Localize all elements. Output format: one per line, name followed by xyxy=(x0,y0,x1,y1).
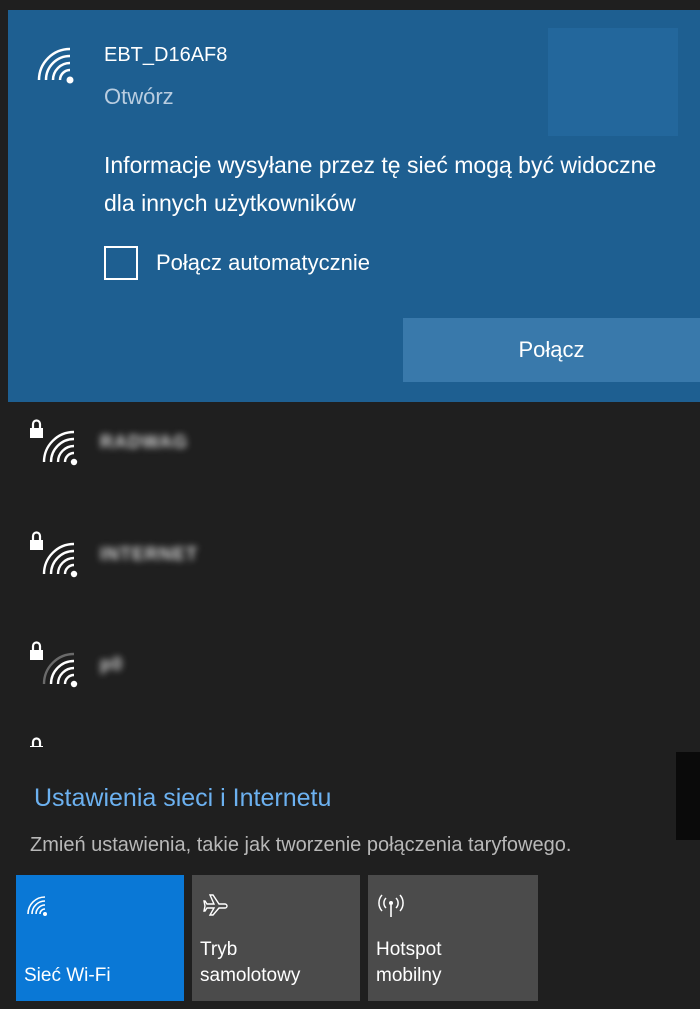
network-name-blurred: p0 xyxy=(100,654,124,674)
secured-wifi-icon xyxy=(28,638,88,694)
network-settings-link[interactable]: Ustawienia sieci i Internetu xyxy=(34,784,331,813)
tile-label: Hotspot mobilny xyxy=(376,937,441,989)
secured-wifi-icon xyxy=(28,528,88,584)
security-warning: Informacje wysyłane przez tę sieć mogą b… xyxy=(104,152,657,216)
network-name-blurred: INTERNET xyxy=(100,544,198,564)
tile-label: Tryb samolotowy xyxy=(200,937,300,989)
wifi-icon xyxy=(26,893,52,919)
airplane-icon xyxy=(202,893,228,919)
tile-label: Sieć Wi-Fi xyxy=(24,963,111,989)
auto-connect-checkbox[interactable]: Połącz automatycznie xyxy=(104,246,370,280)
network-list: RADWAG INTERNET p0 xyxy=(0,402,700,747)
secured-wifi-icon xyxy=(28,416,88,472)
tile-label-line: Hotspot xyxy=(376,939,442,960)
network-list-item[interactable]: RADWAG xyxy=(0,402,700,514)
top-strip xyxy=(0,0,700,10)
auto-connect-label: Połącz automatycznie xyxy=(156,250,370,275)
airplane-mode-tile[interactable]: Tryb samolotowy xyxy=(192,875,360,1001)
network-list-item[interactable] xyxy=(0,720,700,747)
network-settings-description: Zmień ustawienia, takie jak tworzenie po… xyxy=(30,834,572,856)
tile-label-line: Tryb xyxy=(200,939,238,960)
wifi-toggle-tile[interactable]: Sieć Wi-Fi xyxy=(16,875,184,1001)
selected-network-panel[interactable]: EBT_D16AF8 Otwórz Informacje wysyłane pr… xyxy=(8,10,700,402)
tile-label-line: mobilny xyxy=(376,965,442,986)
network-list-item[interactable]: INTERNET xyxy=(0,514,700,626)
panel-corner-block xyxy=(548,28,678,136)
secured-wifi-icon xyxy=(28,734,88,747)
checkbox-box[interactable] xyxy=(104,246,138,280)
tile-label-line: samolotowy xyxy=(200,965,301,986)
tile-label-line: Sieć Wi-Fi xyxy=(24,965,111,986)
connect-button[interactable]: Połącz xyxy=(403,318,700,382)
hotspot-icon xyxy=(378,893,404,919)
wifi-signal-icon xyxy=(36,44,82,90)
network-settings-section: Ustawienia sieci i Internetu Zmień ustaw… xyxy=(0,770,700,870)
network-name: EBT_D16AF8 xyxy=(104,44,228,66)
network-status: Otwórz xyxy=(104,84,174,109)
mobile-hotspot-tile[interactable]: Hotspot mobilny xyxy=(368,875,538,1001)
network-name-blurred: RADWAG xyxy=(100,432,188,452)
